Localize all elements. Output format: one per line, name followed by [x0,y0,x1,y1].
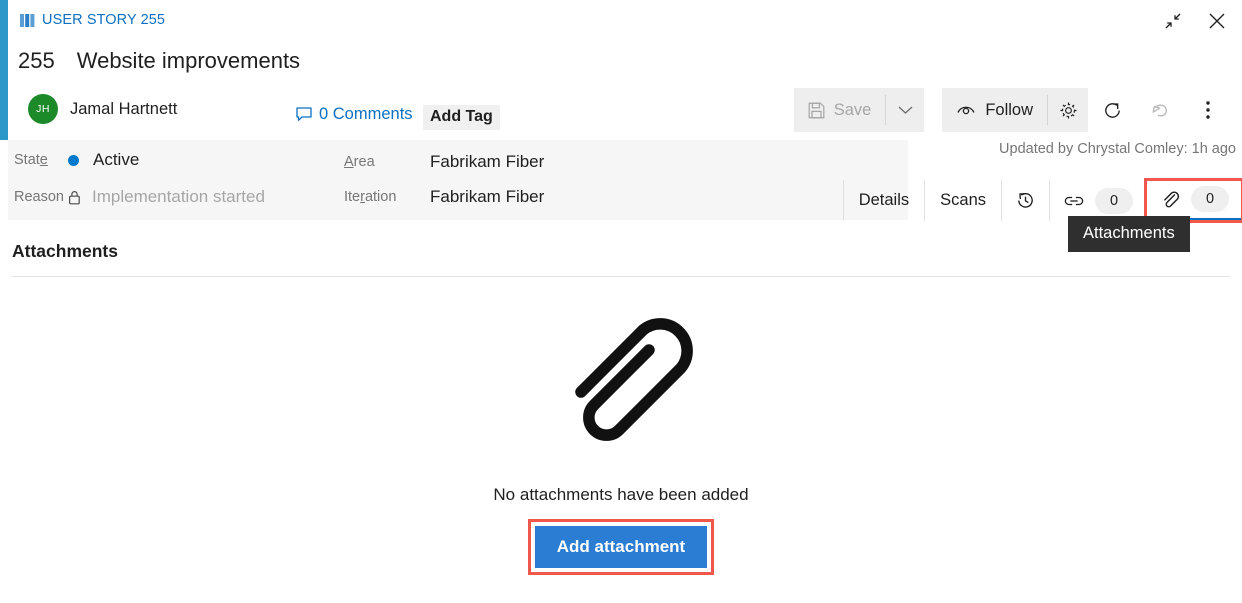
assignee-row: JH Jamal Hartnett [28,94,177,124]
field-state-label: State [14,152,48,168]
assignee-name[interactable]: Jamal Hartnett [70,100,177,119]
comments-link[interactable]: 0 Comments [296,105,413,124]
work-item-dialog: USER STORY 255 255 Website improvements … [0,0,1242,603]
section-divider [12,276,1230,277]
paperclip-icon [1164,191,1180,207]
refresh-icon [1104,102,1120,118]
tab-history[interactable] [1001,180,1049,221]
work-item-type-accent-bar [0,0,8,140]
field-reason-label: Reason [14,189,64,205]
attachments-section-title: Attachments [12,241,118,261]
tab-attachments[interactable]: 0 [1144,178,1242,223]
link-icon [1064,196,1084,205]
empty-state-message: No attachments have been added [493,485,749,504]
close-window-button[interactable] [1198,4,1236,38]
follow-button[interactable]: Follow [942,88,1047,132]
avatar-initials: JH [36,103,50,115]
collapse-arrows-icon [1165,13,1181,29]
follow-button-group: Follow [942,88,1088,132]
tab-details[interactable]: Details [842,180,924,221]
more-options-button[interactable] [1184,88,1232,132]
field-reason: Reason Implementation started [14,187,265,207]
save-options-button[interactable] [886,88,924,132]
field-iteration-value[interactable]: Fabrikam Fiber [430,187,544,207]
work-item-tabstrip: Details Scans 0 0 [842,178,1242,223]
work-item-title[interactable]: Website improvements [77,48,300,74]
state-color-dot [68,154,79,166]
attachments-tooltip: Attachments [1068,216,1190,252]
avatar[interactable]: JH [28,94,58,124]
work-item-type-label: USER STORY 255 [42,12,166,28]
undo-icon [1152,104,1167,116]
field-iteration-label: Iteration [344,189,397,205]
save-button-label: Save [833,100,872,119]
work-item-type: USER STORY 255 [20,12,165,28]
field-area-label: Area [344,154,375,170]
refresh-button[interactable] [1088,88,1136,132]
add-attachment-button[interactable]: Add attachment [534,526,708,568]
tab-scans[interactable]: Scans [924,180,1001,221]
field-state-value[interactable]: Active [93,150,139,170]
floppy-disk-icon [808,102,825,118]
tab-links-count: 0 [1095,187,1133,214]
gear-icon [1060,102,1076,118]
follow-button-label: Follow [985,100,1033,119]
empty-state-illustration [557,300,707,465]
window-controls [1154,4,1236,38]
restore-window-button[interactable] [1154,4,1192,38]
comments-count-label: 0 Comments [319,105,413,123]
field-area-value[interactable]: Fabrikam Fiber [430,152,544,172]
attachments-empty-state: No attachments have been added Add attac… [0,300,1242,575]
comment-bubble-icon [296,107,312,121]
field-reason-value: Implementation started [92,187,265,206]
user-story-book-icon [20,13,35,27]
undo-button[interactable] [1136,88,1184,132]
field-state: State Active [14,150,139,170]
work-item-settings-button[interactable] [1048,88,1088,132]
close-icon [1209,13,1225,29]
work-item-toolbar: Save Follow [793,88,1232,132]
eye-icon [957,106,975,115]
work-item-id: 255 [18,48,55,73]
field-iteration: Iteration Fabrikam Fiber [344,187,544,207]
work-item-title-row: 255 Website improvements [18,48,300,74]
save-button-group: Save [793,88,925,132]
chevron-down-icon [898,106,913,114]
lock-icon [69,190,80,204]
tab-links[interactable]: 0 [1049,180,1146,221]
field-area: Area Fabrikam Fiber [344,152,544,172]
history-icon [1018,192,1033,208]
large-paperclip-icon [575,318,693,441]
updated-by-status: Updated by Chrystal Comley: 1h ago [999,141,1236,157]
save-button[interactable]: Save [794,88,886,132]
tab-attachments-count: 0 [1191,186,1229,212]
more-vertical-icon [1206,101,1210,119]
add-tag-button[interactable]: Add Tag [423,105,500,130]
add-attachment-highlight: Add attachment [527,519,715,575]
